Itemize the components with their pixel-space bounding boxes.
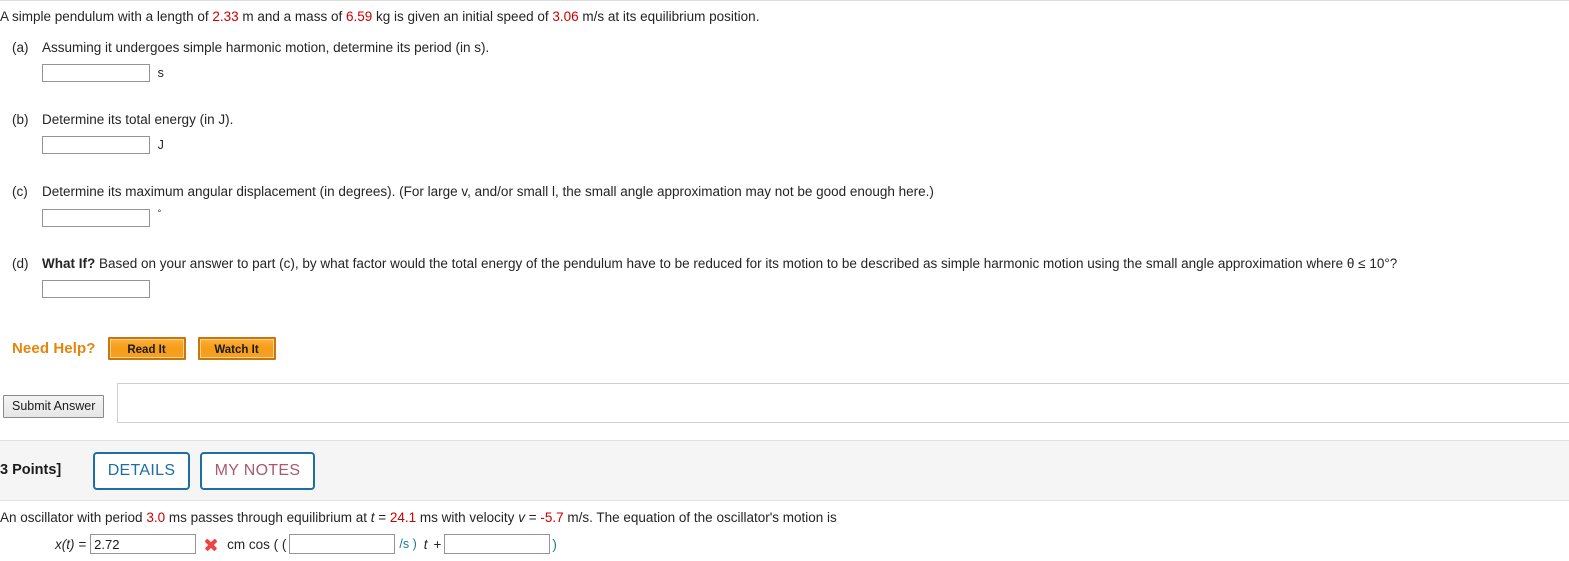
part-c-input[interactable] [42,208,150,227]
part-b-answer-row: J [42,136,164,154]
part-b-label: (b) [12,112,29,127]
stem-speed-value: 3.06 [552,9,579,24]
part-c-answer-row: ° [42,208,161,227]
part-c-label: (c) [12,184,28,199]
q2-post: m/s. The equation of the oscillator's mo… [563,510,837,525]
q2-v-symbol: v [518,510,525,525]
part-c-text: Determine its maximum angular displaceme… [42,184,934,199]
stem-length-value: 2.33 [212,9,239,24]
question2-header-band: /3 Points] DETAILS MY NOTES [0,440,1569,501]
q2-eq2: = [524,510,541,525]
watch-it-label: Watch It [214,344,259,356]
need-help-label: Need Help? [12,340,96,357]
part-d-body: Based on your answer to part (c), by wha… [95,256,1398,271]
q2-period-value: 3.0 [146,510,166,525]
part-d-input[interactable] [42,280,150,298]
equation-per-second: /s ) [399,537,417,551]
q2-mid2: ms with velocity [416,510,519,525]
phase-input[interactable] [444,534,551,554]
read-it-label: Read It [127,344,166,356]
equation-t-symbol: t [423,536,428,552]
my-notes-button[interactable]: MY NOTES [200,452,315,490]
stem-mid1: m and a mass of [238,9,346,24]
part-a-text: Assuming it undergoes simple harmonic mo… [42,40,490,55]
equation-plus: + [433,536,442,552]
part-d-label: (d) [12,256,29,271]
q2-eq1: = [374,510,390,525]
incorrect-icon [203,537,218,552]
stem-pre: A simple pendulum with a length of [0,9,213,24]
part-d-text: What If? Based on your answer to part (c… [42,256,1397,271]
part-a-input[interactable] [42,64,150,82]
part-b-input[interactable] [42,136,150,154]
angular-frequency-input[interactable] [289,534,396,554]
part-a-answer-row: s [42,64,164,82]
q2-pre: An oscillator with period [0,510,147,525]
top-divider [0,0,1569,1]
details-button[interactable]: DETAILS [93,452,190,490]
amplitude-input[interactable] [90,534,197,554]
equation-lhs: x(t) = [55,536,87,552]
part-b-text: Determine its total energy (in J). [42,112,234,127]
q2-time-value: 24.1 [389,510,417,525]
part-d-answer-row [42,280,150,298]
stem-post: m/s at its equilibrium position. [578,9,760,24]
q2-mid1: ms passes through equilibrium at [165,510,371,525]
question1-stem: A simple pendulum with a length of 2.33 … [0,9,759,24]
watch-it-button[interactable]: Watch It [197,337,276,360]
part-a-label: (a) [12,40,29,55]
question2-points: /3 Points] [0,462,62,478]
part-c-unit: ° [157,208,162,218]
submit-row: Submit Answer [0,383,1569,425]
equation-close-paren: ) [552,536,557,552]
stem-mid2: kg is given an initial speed of [372,9,553,24]
question2-equation-row: x(t) = cm cos ( ( /s ) t + ) [55,534,559,554]
equation-units-text: cm cos ( ( [227,536,287,552]
stem-mass-value: 6.59 [345,9,373,24]
part-a-unit: s [157,66,164,80]
part-d-whatif-label: What If? [42,256,96,271]
read-it-button[interactable]: Read It [107,337,186,360]
part-b-unit: J [157,138,164,152]
q2-velocity-value: -5.7 [540,510,564,525]
submit-answer-button[interactable]: Submit Answer [3,395,105,418]
submit-panel [117,383,1569,423]
question2-stem: An oscillator with period 3.0 ms passes … [0,510,837,525]
need-help-row: Need Help? Read It Watch It [12,337,276,360]
